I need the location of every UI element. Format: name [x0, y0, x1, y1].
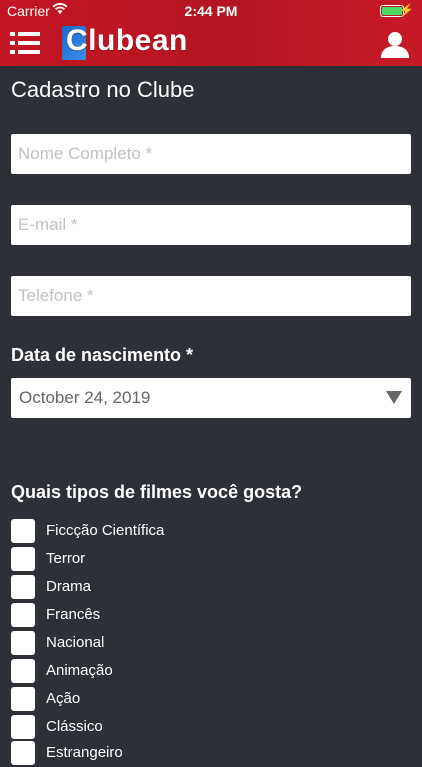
checkbox[interactable]	[11, 575, 35, 599]
movie-type-label: Drama	[46, 578, 92, 595]
phone-input[interactable]	[11, 276, 411, 316]
checkbox[interactable]	[11, 741, 35, 765]
movie-type-label: Ficcção Científica	[46, 522, 165, 539]
checkbox[interactable]	[11, 687, 35, 711]
movie-type-label: Terror	[46, 550, 86, 567]
birth-date-label: Data de nascimento *	[11, 345, 194, 365]
status-time: 2:44 PM	[184, 3, 238, 19]
movie-type-label: Animação	[46, 662, 113, 679]
status-bar: Carrier 2:44 PM ⚡	[0, 0, 422, 22]
checkbox[interactable]	[11, 659, 35, 683]
checkbox[interactable]	[11, 603, 35, 627]
movie-types-label: Quais tipos de filmes você gosta?	[11, 482, 303, 502]
menu-icon[interactable]	[10, 30, 40, 56]
brand-name: Clubean	[66, 24, 188, 57]
movie-type-option[interactable]: Ação	[11, 687, 391, 713]
full-name-input[interactable]	[11, 134, 411, 174]
movie-type-option[interactable]: Drama	[11, 575, 391, 601]
page-title: Cadastro no Clube	[11, 77, 195, 102]
checkbox[interactable]	[11, 631, 35, 655]
movie-type-option[interactable]: Francês	[11, 603, 391, 629]
movie-type-option[interactable]: Nacional	[11, 631, 391, 657]
chevron-down-icon	[386, 391, 402, 404]
movie-type-option[interactable]: Clássico	[11, 715, 391, 741]
app-header: Clubean	[0, 22, 422, 66]
movie-type-option[interactable]: Estrangeiro	[11, 741, 391, 767]
movie-type-label: Clássico	[46, 718, 103, 735]
birth-date-picker[interactable]: October 24, 2019	[11, 378, 411, 418]
movie-type-option[interactable]: Ficcção Científica	[11, 519, 391, 545]
movie-type-label: Francês	[46, 606, 101, 623]
email-input[interactable]	[11, 205, 411, 245]
movie-type-label: Estrangeiro	[46, 744, 123, 761]
birth-date-value: October 24, 2019	[19, 388, 151, 407]
checkbox[interactable]	[11, 519, 35, 543]
checkbox[interactable]	[11, 715, 35, 739]
movie-type-option[interactable]: Animação	[11, 659, 391, 685]
movie-type-label: Ação	[46, 690, 81, 707]
movie-type-option[interactable]: Terror	[11, 547, 391, 573]
user-icon[interactable]	[380, 30, 410, 58]
charging-icon: ⚡	[399, 3, 414, 17]
movie-type-label: Nacional	[46, 634, 105, 651]
checkbox[interactable]	[11, 547, 35, 571]
